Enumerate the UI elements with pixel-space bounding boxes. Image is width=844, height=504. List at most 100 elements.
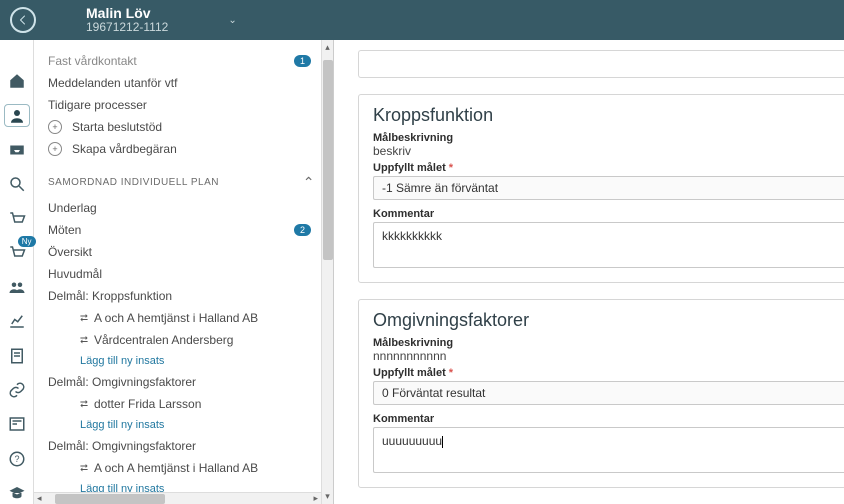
malbeskrivning-value: beskriv <box>373 144 831 158</box>
section-title: SAMORDNAD INDIVIDUELL PLAN <box>48 177 219 188</box>
text-caret <box>442 436 443 448</box>
scroll-right-icon[interactable]: ▸ <box>310 493 321 504</box>
card-kroppsfunktion: Kroppsfunktion Målbeskrivning beskriv Up… <box>358 94 844 283</box>
nav-underlag[interactable]: Underlag <box>48 197 319 219</box>
nav-delmal-omg2[interactable]: Delmål: Omgivningsfaktorer <box>48 435 319 457</box>
card-title: Kroppsfunktion <box>373 105 831 126</box>
nav-label: Delmål: Omgivningsfaktorer <box>48 375 196 389</box>
malbeskrivning-label: Målbeskrivning <box>373 337 831 349</box>
rail-stats[interactable] <box>4 310 30 332</box>
uppfyllt-select-kropp[interactable]: -1 Sämre än förväntat <box>373 176 844 200</box>
patient-info: Malin Löv 19671212-1112 <box>86 6 168 35</box>
nav-label: A och A hemtjänst i Halland AB <box>94 311 258 325</box>
scroll-down-icon[interactable]: ▾ <box>325 489 330 504</box>
uppfyllt-label: Uppfyllt målet * <box>373 367 831 379</box>
nav-lagg-insats-1[interactable]: Lägg till ny insats <box>48 351 319 371</box>
label-text: Uppfyllt målet <box>373 162 446 174</box>
nav-dotter[interactable]: ⮂ dotter Frida Larsson <box>48 393 319 415</box>
document-icon <box>8 347 26 365</box>
rail-search[interactable] <box>4 173 30 195</box>
nav-skapa-vardbegaran[interactable]: + Skapa vårdbegäran <box>48 138 319 160</box>
nav-label: Översikt <box>48 245 92 259</box>
nav-label: Delmål: Kroppsfunktion <box>48 289 172 303</box>
nav-huvudmal[interactable]: Huvudmål <box>48 263 319 285</box>
nav-tidigare[interactable]: Tidigare processer <box>48 94 319 116</box>
nav-label: Huvudmål <box>48 267 102 281</box>
plus-icon: + <box>48 142 62 156</box>
scroll-thumb[interactable] <box>323 60 333 260</box>
nav-moten[interactable]: Möten 2 <box>48 219 319 241</box>
rail-home[interactable] <box>4 70 30 92</box>
nav-lagg-insats-2[interactable]: Lägg till ny insats <box>48 415 319 435</box>
nav-label: dotter Frida Larsson <box>94 397 201 411</box>
nav-label: Skapa vårdbegäran <box>72 142 177 156</box>
patient-dropdown[interactable]: ⌄ <box>228 15 236 26</box>
nav-aoa-1[interactable]: ⮂ A och A hemtjänst i Halland AB <box>48 307 319 329</box>
card-omgivningsfaktorer: Omgivningsfaktorer Målbeskrivning nnnnnn… <box>358 299 844 488</box>
section-sip[interactable]: SAMORDNAD INDIVIDUELL PLAN ⌃ <box>48 160 319 197</box>
hscroll-thumb[interactable] <box>55 494 165 504</box>
uppfyllt-select-omg[interactable]: 0 Förväntat resultat <box>373 381 844 405</box>
share-icon: ⮂ <box>80 463 88 474</box>
svg-text:?: ? <box>14 454 19 464</box>
select-value: -1 Sämre än förväntat <box>382 181 498 195</box>
share-icon: ⮂ <box>80 313 88 324</box>
nav-starta-beslutstod[interactable]: + Starta beslutstöd <box>48 116 319 138</box>
kommentar-textarea-kropp[interactable]: kkkkkkkkkk <box>373 222 844 268</box>
cart-icon <box>8 210 26 228</box>
patient-id: 19671212-1112 <box>86 21 168 34</box>
kommentar-label: Kommentar <box>373 413 831 425</box>
nav-label: Lägg till ny insats <box>80 419 164 431</box>
sidebar-hscrollbar[interactable]: ◂ ▸ <box>34 492 321 504</box>
nav-aoa-2[interactable]: ⮂A och A hemtjänst i Halland AB <box>48 457 319 479</box>
help-icon: ? <box>8 450 26 468</box>
select-value: 0 Förväntat resultat <box>382 386 485 400</box>
nav-fast-vardkontakt[interactable]: Fast vårdkontakt 1 <box>48 50 319 72</box>
news-icon <box>8 415 26 433</box>
nav-vardcentral[interactable]: ⮂Vårdcentralen Andersberg <box>48 329 319 351</box>
rail-doc[interactable] <box>4 345 30 367</box>
malbeskrivning-label: Målbeskrivning <box>373 132 831 144</box>
sidebar-vscrollbar[interactable]: ▴ ▾ <box>321 40 333 504</box>
home-icon <box>8 72 26 90</box>
arrow-left-icon <box>17 14 29 26</box>
kommentar-textarea-omg[interactable]: uuuuuuuuu <box>373 427 844 473</box>
share-icon: ⮂ <box>80 335 88 346</box>
nav-meddelanden[interactable]: Meddelanden utanför vtf <box>48 72 319 94</box>
patient-name: Malin Löv <box>86 6 168 21</box>
rail-cart[interactable] <box>4 207 30 229</box>
scroll-up-icon[interactable]: ▴ <box>325 40 330 55</box>
graduation-icon <box>8 484 26 502</box>
chevron-up-icon: ⌃ <box>303 174 315 191</box>
textarea-value: kkkkkkkkkk <box>382 229 442 243</box>
kommentar-label: Kommentar <box>373 208 831 220</box>
icon-rail: Ny ? <box>0 40 34 504</box>
textarea-value: uuuuuuuuu <box>382 434 442 448</box>
rail-help[interactable]: ? <box>4 447 30 469</box>
link-icon <box>8 381 26 399</box>
rail-inbox[interactable] <box>4 139 30 161</box>
rail-patient[interactable] <box>4 104 30 127</box>
rail-news[interactable] <box>4 413 30 435</box>
rail-education[interactable] <box>4 482 30 504</box>
rail-group[interactable] <box>4 276 30 298</box>
share-icon: ⮂ <box>80 399 88 410</box>
nav-label: Delmål: Omgivningsfaktorer <box>48 439 196 453</box>
malbeskrivning-value: nnnnnnnnnnn <box>373 349 831 363</box>
label-text: Uppfyllt målet <box>373 367 446 379</box>
rail-link[interactable] <box>4 379 30 401</box>
nav-label: Möten <box>48 223 81 237</box>
nav-oversikt[interactable]: Översikt <box>48 241 319 263</box>
nav-label: Fast vårdkontakt <box>48 54 137 68</box>
person-icon <box>8 107 26 125</box>
group-icon <box>8 278 26 296</box>
nav-label: Tidigare processer <box>48 98 147 112</box>
nav-delmal-kropp[interactable]: Delmål: Kroppsfunktion <box>48 285 319 307</box>
nav-delmal-omg1[interactable]: Delmål: Omgivningsfaktorer <box>48 371 319 393</box>
rail-cart-new[interactable]: Ny <box>4 242 30 264</box>
required-mark: * <box>449 367 453 379</box>
required-mark: * <box>449 162 453 174</box>
new-badge: Ny <box>18 236 36 247</box>
back-button[interactable] <box>10 7 36 33</box>
scroll-left-icon[interactable]: ◂ <box>34 493 45 504</box>
